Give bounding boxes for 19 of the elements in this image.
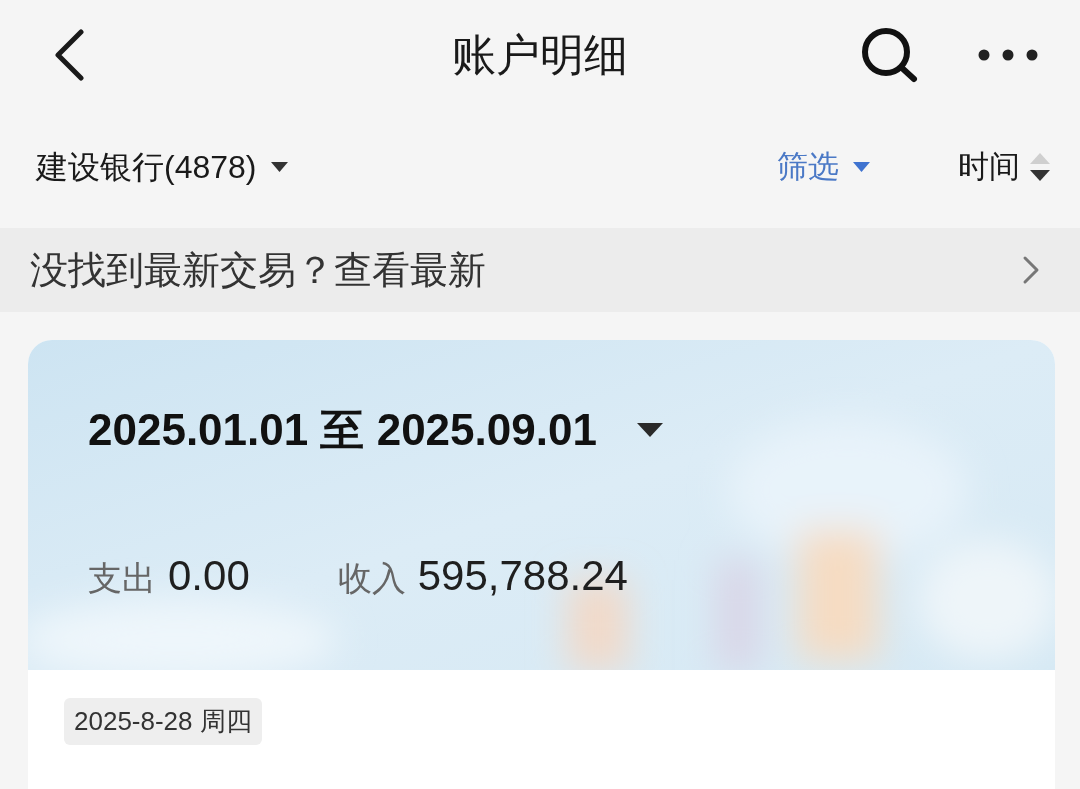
search-icon (860, 27, 918, 83)
caret-down-icon (853, 162, 870, 172)
caret-down-icon (636, 423, 663, 437)
latest-transactions-banner[interactable]: 没找到最新交易？查看最新 (0, 228, 1080, 312)
more-button[interactable] (976, 47, 1040, 63)
more-icon (978, 49, 1038, 61)
caret-down-icon (270, 162, 288, 172)
date-header: 2025-8-28 周四 (64, 698, 262, 745)
sort-button[interactable]: 时间 (958, 143, 1050, 191)
date-range-selector[interactable]: 2025.01.01 至 2025.09.01 (88, 408, 663, 452)
income-amount: 595,788.24 (417, 551, 628, 601)
account-selector[interactable]: 建设银行(4878) (36, 143, 288, 191)
expense-label: 支出 (88, 558, 156, 599)
filter-button[interactable]: 筛选 (777, 143, 870, 191)
page-title: 账户明细 (452, 33, 628, 77)
income-label: 收入 (337, 558, 406, 599)
expense-amount: 0.00 (168, 551, 250, 601)
chevron-right-icon (1022, 255, 1040, 285)
back-icon (54, 29, 84, 81)
